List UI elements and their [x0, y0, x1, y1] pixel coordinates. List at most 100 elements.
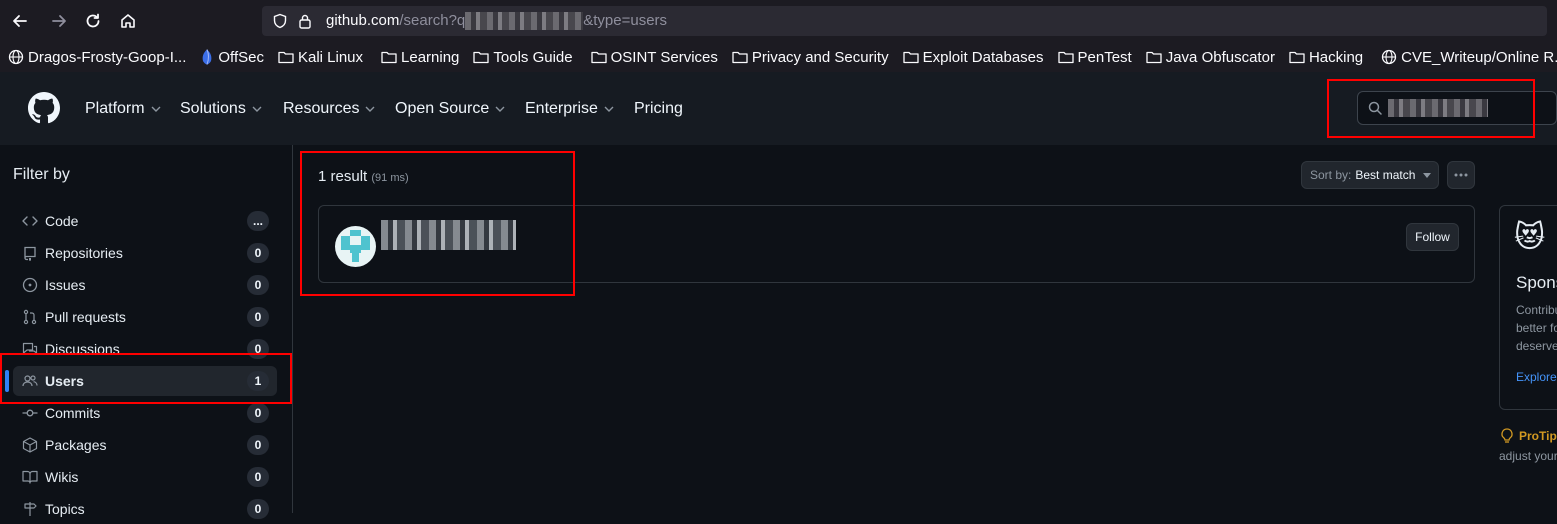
sponsor-desc-line: better fo — [1516, 321, 1557, 335]
folder-icon — [278, 51, 294, 64]
bookmark-item[interactable]: PenTest — [1050, 42, 1138, 72]
bookmark-label: Tools Guide — [493, 48, 573, 66]
chevron-down-icon — [365, 106, 375, 112]
nav-solutions[interactable]: Solutions — [180, 100, 262, 118]
bookmark-item[interactable]: Kali Linux — [270, 42, 369, 72]
url-suffix: &type=users — [583, 12, 668, 29]
folder-icon — [1057, 51, 1074, 64]
sidebar-item-issues[interactable]: Issues 0 — [13, 270, 277, 300]
bookmark-item[interactable]: Java Obfuscator — [1138, 42, 1281, 72]
github-header: Platform Solutions Resources Open Source… — [0, 72, 1557, 145]
nav-open-source[interactable]: Open Source — [395, 100, 505, 118]
bookmark-item[interactable]: Learning — [373, 42, 465, 72]
bookmark-label: Exploit Databases — [922, 48, 1044, 66]
back-button[interactable] — [9, 10, 31, 32]
book-icon — [21, 469, 39, 485]
more-options-button[interactable] — [1447, 161, 1475, 189]
github-logo-icon[interactable] — [28, 92, 60, 124]
home-icon — [121, 14, 135, 28]
bookmark-item[interactable]: Hacking — [1281, 42, 1369, 72]
home-button[interactable] — [117, 10, 139, 32]
count-badge: 0 — [247, 403, 269, 423]
chevron-down-icon — [604, 106, 614, 112]
bookmark-item[interactable]: Tools Guide — [465, 42, 578, 72]
sidebar-item-label: Pull requests — [45, 309, 126, 325]
bookmark-label: Privacy and Security — [751, 48, 889, 66]
sort-value: Best match — [1355, 168, 1416, 182]
nav-label: Resources — [283, 100, 360, 117]
pull-request-icon — [21, 309, 39, 325]
bookmark-item[interactable]: OSINT Services — [583, 42, 724, 72]
shield-icon[interactable] — [272, 13, 288, 29]
lightbulb-icon — [1501, 428, 1513, 443]
globe-icon — [8, 49, 24, 65]
count-badge: 0 — [247, 467, 269, 487]
address-bar[interactable]: github.com/search?q &type=users — [262, 6, 1547, 36]
sidebar-item-label: Topics — [45, 501, 85, 517]
sponsor-title: Spons — [1516, 273, 1557, 292]
repo-icon — [21, 245, 39, 261]
bookmark-label: Learning — [401, 48, 460, 66]
issue-icon — [21, 277, 39, 293]
smiling-cat-icon: 😻 — [1514, 221, 1546, 254]
nav-enterprise[interactable]: Enterprise — [525, 100, 614, 118]
sidebar-item-label: Wikis — [45, 469, 79, 485]
annotation-box-search — [1327, 79, 1535, 138]
annotation-box-users — [0, 353, 292, 404]
count-badge: ... — [246, 211, 269, 231]
browser-toolbar: github.com/search?q &type=users — [0, 0, 1557, 42]
bookmark-item[interactable]: Dragos-Frosty-Goop-I... — [0, 42, 192, 72]
nav-resources[interactable]: Resources — [283, 100, 375, 118]
url-text: github.com/search?q &type=users — [326, 12, 668, 31]
sidebar-item-label: Packages — [45, 437, 107, 453]
sidebar-item-packages[interactable]: Packages 0 — [13, 430, 277, 460]
forward-button[interactable] — [48, 10, 70, 32]
sidebar-item-repositories[interactable]: Repositories 0 — [13, 238, 277, 268]
sidebar-item-label: Issues — [45, 277, 86, 293]
bookmark-item[interactable]: Privacy and Security — [724, 42, 895, 72]
explore-link[interactable]: Explore — [1516, 370, 1557, 384]
bookmarks-bar: Dragos-Frosty-Goop-I... OffSec Kali Linu… — [0, 42, 1557, 72]
code-icon — [21, 213, 39, 229]
count-badge: 0 — [247, 499, 269, 519]
protip-heading: ProTip — [1500, 428, 1557, 444]
sidebar-item-label: Repositories — [45, 245, 123, 261]
sort-dropdown[interactable]: Sort by: Best match — [1301, 161, 1439, 189]
url-host: github.com — [326, 12, 400, 29]
kebab-horizontal-icon — [1454, 173, 1468, 177]
nav-platform[interactable]: Platform — [85, 100, 161, 118]
chevron-down-icon — [252, 106, 262, 112]
folder-icon — [381, 51, 397, 64]
sponsor-desc-line: deserve — [1516, 339, 1557, 353]
package-icon — [21, 437, 39, 453]
forward-arrow-icon — [52, 15, 66, 27]
sidebar-item-pull-requests[interactable]: Pull requests 0 — [13, 302, 277, 332]
bookmark-item[interactable]: OffSec — [192, 42, 270, 72]
protip-label: ProTip — [1519, 429, 1557, 443]
bookmark-label: PenTest — [1077, 48, 1132, 66]
bookmark-label: Kali Linux — [297, 48, 364, 66]
protip-text: adjust your — [1499, 449, 1557, 463]
sidebar-item-topics[interactable]: Topics 0 — [13, 494, 277, 524]
bookmark-item[interactable]: Exploit Databases — [895, 42, 1050, 72]
folder-icon — [902, 51, 919, 64]
bookmark-label: CVE_Writeup/Online R... — [1401, 48, 1557, 66]
nav-pricing[interactable]: Pricing — [634, 100, 683, 118]
chevron-down-icon — [495, 106, 505, 112]
bookmark-label: OSINT Services — [610, 48, 718, 66]
count-badge: 0 — [247, 275, 269, 295]
sponsor-description: Contribu better fo deserve — [1516, 301, 1557, 355]
follow-button[interactable]: Follow — [1406, 223, 1459, 251]
annotation-box-result — [300, 151, 575, 296]
bookmark-item[interactable]: CVE_Writeup/Online R... — [1373, 42, 1557, 72]
reload-button[interactable] — [82, 10, 104, 32]
globe-icon — [1381, 49, 1397, 65]
redacted-query — [465, 12, 584, 31]
sidebar-item-wikis[interactable]: Wikis 0 — [13, 462, 277, 492]
reload-icon — [86, 13, 100, 28]
chevron-down-icon — [151, 106, 161, 112]
count-badge: 0 — [247, 243, 269, 263]
lock-icon[interactable] — [298, 13, 312, 29]
bookmark-label: Hacking — [1308, 48, 1364, 66]
sidebar-item-code[interactable]: Code ... — [13, 206, 277, 236]
